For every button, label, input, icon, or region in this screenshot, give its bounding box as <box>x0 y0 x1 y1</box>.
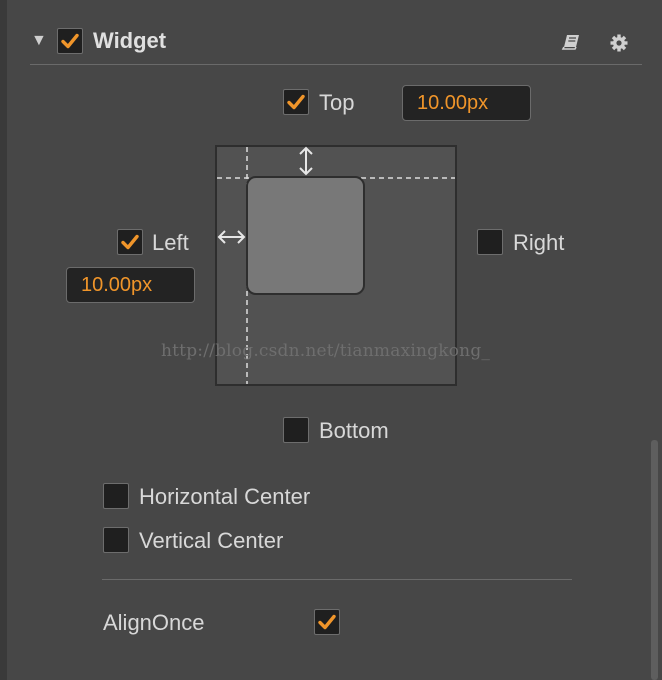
left-label: Left <box>152 230 189 255</box>
checkmark-icon <box>61 33 79 49</box>
collapse-toggle-icon[interactable]: ▼ <box>31 31 47 51</box>
top-checkbox[interactable] <box>283 89 309 115</box>
gear-icon[interactable] <box>609 33 629 53</box>
align-once-label: AlignOnce <box>103 610 205 635</box>
panel-left-edge <box>0 0 7 680</box>
top-offset-input[interactable]: 10.00px <box>402 85 531 121</box>
widget-enabled-checkbox[interactable] <box>57 28 83 54</box>
left-offset-input[interactable]: 10.00px <box>66 267 195 303</box>
right-checkbox[interactable] <box>477 229 503 255</box>
left-checkbox[interactable] <box>117 229 143 255</box>
scrollbar-thumb[interactable] <box>651 440 658 680</box>
section-divider <box>102 579 572 580</box>
top-label: Top <box>319 90 355 115</box>
checkmark-icon <box>318 614 336 630</box>
header-divider <box>30 64 642 65</box>
checkmark-icon <box>121 234 139 250</box>
bottom-checkbox[interactable] <box>283 417 309 443</box>
component-title: Widget <box>93 28 167 53</box>
bottom-label: Bottom <box>319 418 389 443</box>
horizontal-center-label: Horizontal Center <box>139 484 311 509</box>
horizontal-arrow-icon <box>216 228 247 246</box>
right-label: Right <box>513 230 565 255</box>
aligned-node-preview <box>246 176 365 295</box>
book-icon[interactable] <box>561 33 581 51</box>
watermark-text: http://blog.csdn.net/tianmaxingkong_ <box>161 341 491 361</box>
vertical-arrow-icon <box>297 145 315 177</box>
checkmark-icon <box>287 94 305 110</box>
horizontal-center-checkbox[interactable] <box>103 483 129 509</box>
vertical-center-checkbox[interactable] <box>103 527 129 553</box>
vertical-center-label: Vertical Center <box>139 528 284 553</box>
align-once-checkbox[interactable] <box>314 609 340 635</box>
